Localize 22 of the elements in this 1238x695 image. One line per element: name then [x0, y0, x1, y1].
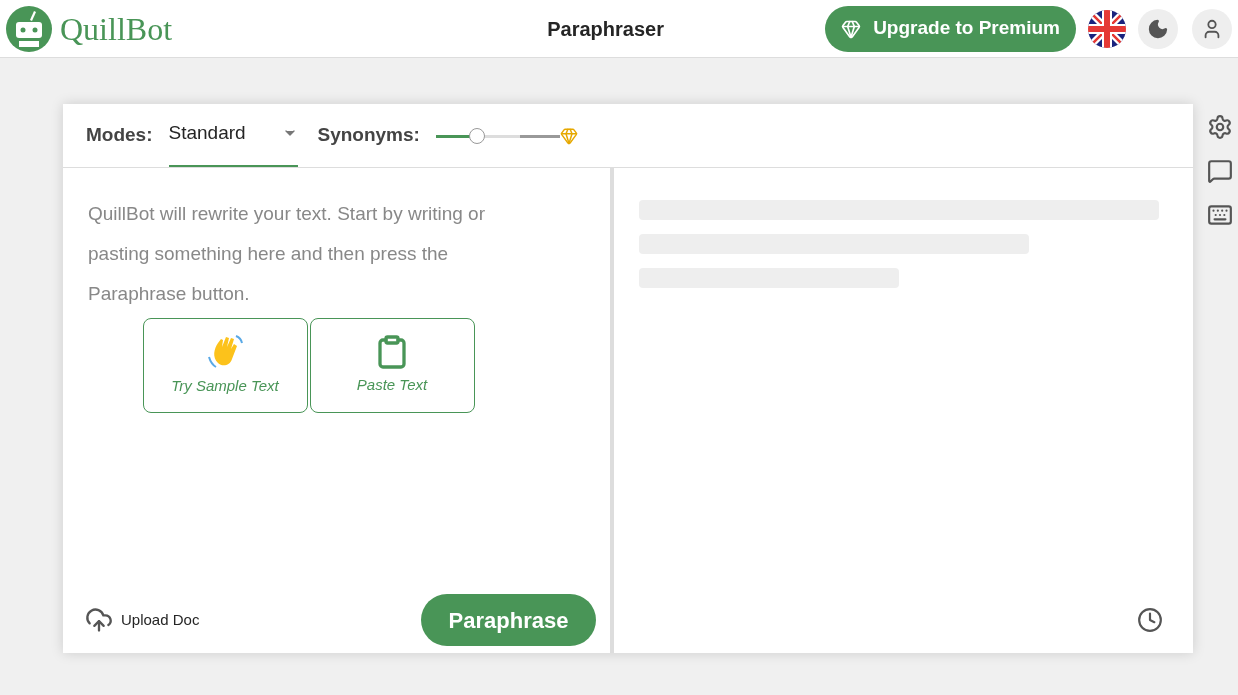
dark-mode-button[interactable]: [1138, 8, 1178, 49]
upgrade-button[interactable]: Upgrade to Premium: [825, 5, 1076, 52]
cloud-upload-icon: [85, 606, 113, 634]
paste-text-button[interactable]: Paste Text: [309, 318, 475, 413]
settings-icon[interactable]: [1207, 114, 1233, 140]
flag-icon[interactable]: [1088, 9, 1126, 48]
logo-text: QuillBot: [60, 9, 172, 49]
diamond-icon: [559, 127, 578, 145]
upload-doc-button[interactable]: Upload Doc: [85, 606, 200, 634]
paraphrase-button[interactable]: Paraphrase: [421, 594, 596, 646]
moon-icon: [1147, 17, 1169, 40]
robot-logo-icon: [6, 5, 52, 52]
page-title: Paraphraser: [547, 16, 664, 42]
sample-text-button[interactable]: Try Sample Text: [142, 318, 308, 413]
history-clock-icon[interactable]: [1137, 607, 1163, 633]
modes-label: Modes:: [86, 122, 153, 147]
keyboard-icon[interactable]: [1207, 202, 1233, 228]
synonyms-slider[interactable]: [435, 128, 560, 144]
synonyms-label: Synonyms:: [317, 122, 420, 147]
diamond-icon: [841, 18, 862, 39]
account-button[interactable]: [1192, 8, 1232, 49]
comment-icon[interactable]: [1207, 158, 1233, 184]
